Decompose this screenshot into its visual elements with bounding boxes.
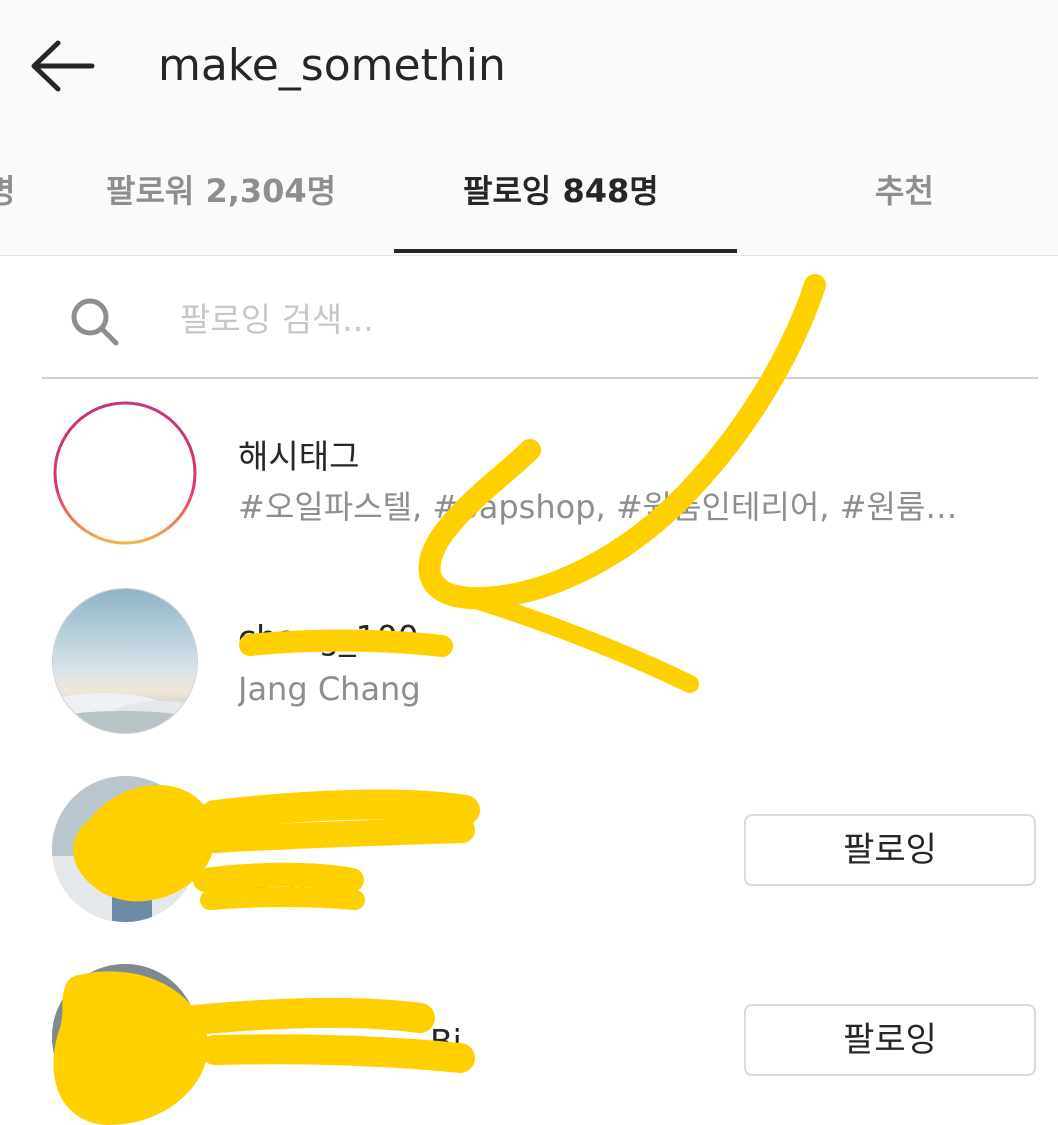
list-item-user[interactable]: Bi 팔로잉 — [0, 944, 1058, 1125]
page-title: make_somethin — [158, 40, 506, 91]
back-button[interactable] — [22, 28, 102, 104]
list-item-hashtags[interactable]: 해시태그 #오일파스텔, #oapshop, #원룸인테리어, #원룸… — [0, 380, 1058, 568]
username: Bi — [430, 1022, 462, 1061]
search-bar — [42, 265, 1038, 379]
full-name: Jang Chang — [238, 670, 421, 708]
user-avatar — [52, 588, 198, 734]
tab-partial-previous[interactable]: 명 — [0, 165, 15, 225]
following-button[interactable]: 팔로잉 — [744, 1004, 1036, 1076]
arrow-left-icon — [31, 40, 95, 92]
app-header: make_somethin 명 팔로워 2,304명 팔로잉 848명 추천 — [0, 0, 1058, 256]
tab-following[interactable]: 팔로잉 848명 — [463, 165, 659, 225]
screen: make_somethin 명 팔로워 2,304명 팔로잉 848명 추천 팔… — [0, 0, 1058, 1125]
list-item-user[interactable]: 조이곰 팔로잉 — [0, 756, 1058, 944]
tab-followers[interactable]: 팔로워 2,304명 — [106, 165, 336, 225]
search-input[interactable] — [172, 291, 1008, 347]
list-item-user[interactable]: chang_100 Jang Chang — [0, 568, 1058, 756]
user-photo — [52, 964, 198, 1110]
hashtag-title: 해시태그 — [238, 437, 360, 476]
hashtag-icon — [53, 401, 197, 545]
hashtag-avatar — [52, 400, 198, 546]
following-button[interactable]: 팔로잉 — [744, 814, 1036, 886]
sky-photo — [53, 589, 197, 733]
user-avatar — [52, 964, 198, 1110]
active-tab-indicator — [394, 249, 737, 253]
username: chang_100 — [238, 618, 419, 657]
hashtag-subtitle: #오일파스텔, #oapshop, #원룸인테리어, #원룸… — [238, 488, 958, 526]
user-photo — [52, 776, 198, 922]
user-avatar — [52, 776, 198, 922]
tab-suggested[interactable]: 추천 — [875, 165, 934, 225]
search-icon — [71, 298, 119, 346]
